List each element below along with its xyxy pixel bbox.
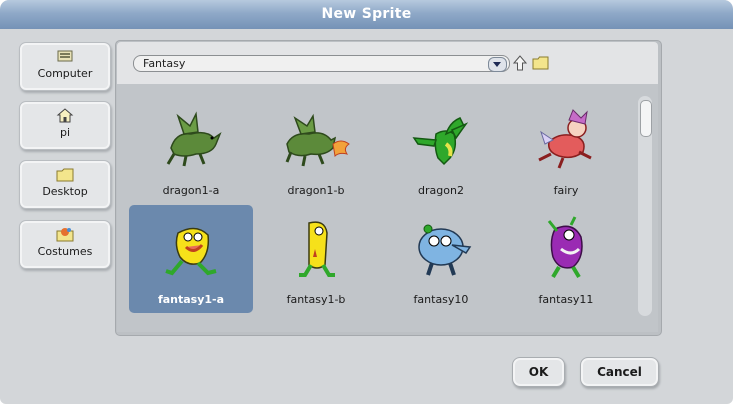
yellow-creature-icon: [299, 221, 335, 277]
sidebar-item-computer[interactable]: Computer: [19, 42, 111, 91]
purple-creature-icon: [547, 216, 583, 279]
sidebar-item-label: Desktop: [42, 185, 88, 198]
sprite-tile-dragon1-b[interactable]: dragon1-b: [254, 96, 378, 204]
sprite-name: fantasy1-b: [286, 293, 346, 306]
current-folder-label: Fantasy: [143, 57, 186, 70]
dragon-icon: [166, 111, 222, 167]
sprite-name: fairy: [553, 184, 579, 197]
dialog-title: New Sprite: [321, 6, 412, 22]
sidebar-item-pi[interactable]: pi: [19, 101, 111, 150]
sprite-name: fantasy11: [538, 293, 594, 306]
folder-icon: [56, 168, 74, 182]
sidebar-item-label: Costumes: [37, 245, 93, 258]
blue-creature-icon: [418, 224, 472, 276]
sprite-tile-fairy[interactable]: fairy: [504, 96, 628, 204]
sprite-name: dragon1-a: [162, 184, 220, 197]
new-sprite-dialog: New Sprite Computer pi Desktop Costumes: [0, 0, 733, 404]
costumes-icon: [56, 228, 74, 242]
sidebar-item-desktop[interactable]: Desktop: [19, 160, 111, 209]
new-folder-icon[interactable]: [532, 56, 549, 70]
chevron-down-icon[interactable]: [488, 57, 507, 72]
sidebar-item-label: pi: [59, 126, 71, 139]
sprite-tile-dragon1-a[interactable]: dragon1-a: [129, 96, 253, 204]
dragon-fire-icon: [285, 113, 350, 167]
green-dragon-icon: [412, 117, 469, 166]
sprite-tile-fantasy1-a[interactable]: fantasy1-a: [129, 205, 253, 313]
computer-icon: [57, 50, 73, 62]
sprite-grid: dragon1-a dragon1-b dragon2 fairy fantas…: [117, 84, 658, 332]
sprite-name: dragon1-b: [287, 184, 345, 197]
title-bar[interactable]: New Sprite: [0, 0, 733, 29]
sprite-name: fantasy1-a: [157, 293, 225, 306]
sprite-tile-fantasy10[interactable]: fantasy10: [379, 205, 503, 313]
cancel-button[interactable]: Cancel: [580, 357, 659, 387]
sprite-tile-dragon2[interactable]: dragon2: [379, 96, 503, 204]
sprite-name: dragon2: [418, 184, 464, 197]
ok-button[interactable]: OK: [512, 357, 565, 387]
sprite-tile-fantasy11[interactable]: fantasy11: [504, 205, 628, 313]
yellow-creature-icon: [165, 227, 217, 276]
sprite-name: fantasy10: [413, 293, 469, 306]
sprite-tile-fantasy1-b[interactable]: fantasy1-b: [254, 205, 378, 313]
sidebar-item-label: Computer: [37, 67, 93, 80]
scrollbar-thumb[interactable]: [640, 100, 652, 137]
sidebar-item-costumes[interactable]: Costumes: [19, 220, 111, 269]
home-icon: [56, 108, 74, 123]
fairy-icon: [538, 109, 592, 169]
folder-path-dropdown[interactable]: Fantasy: [133, 55, 510, 72]
parent-folder-up-icon[interactable]: [513, 55, 527, 71]
